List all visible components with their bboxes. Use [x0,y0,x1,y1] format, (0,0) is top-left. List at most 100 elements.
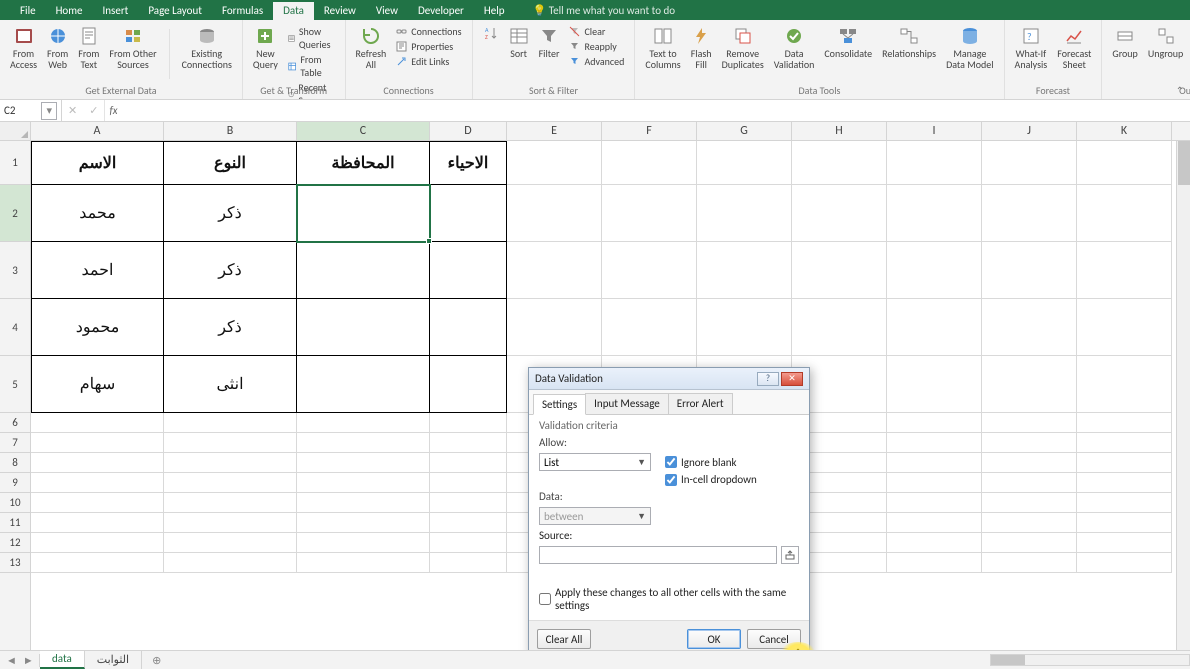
cell-a12[interactable] [31,533,164,553]
cell-d1[interactable]: الاحياء [430,141,507,185]
cell-j2[interactable] [982,185,1077,242]
cell-i8[interactable] [887,453,982,473]
tab-insert[interactable]: Insert [93,2,139,20]
col-header-d[interactable]: D [430,122,507,140]
row-header-1[interactable]: 1 [0,141,30,185]
cell-i3[interactable] [887,242,982,299]
cell-a4[interactable]: محمود [31,299,164,356]
clear-filter-button[interactable]: Clear [567,24,626,39]
connections-button[interactable]: Connections [394,24,463,39]
cell-a10[interactable] [31,493,164,513]
cell-b2[interactable]: ذكر [164,185,297,242]
cell-a11[interactable] [31,513,164,533]
col-header-k[interactable]: K [1077,122,1172,140]
dialog-tab-settings[interactable]: Settings [533,394,586,415]
tab-formulas[interactable]: Formulas [212,2,273,20]
tab-developer[interactable]: Developer [408,2,474,20]
cell-j9[interactable] [982,473,1077,493]
cell-k12[interactable] [1077,533,1172,553]
col-header-f[interactable]: F [602,122,697,140]
cell-b3[interactable]: ذكر [164,242,297,299]
range-picker-button[interactable] [781,546,799,564]
cell-a3[interactable]: احمد [31,242,164,299]
edit-links-button[interactable]: Edit Links [394,54,463,69]
cancel-button[interactable]: Cancel [747,629,801,649]
cell-b6[interactable] [164,413,297,433]
row-header-12[interactable]: 12 [0,533,30,553]
cell-a7[interactable] [31,433,164,453]
from-other-sources-button[interactable]: From Other Sources [107,24,158,72]
ok-button[interactable]: OK [687,629,741,649]
tab-page-layout[interactable]: Page Layout [138,2,212,20]
cell-c6[interactable] [297,413,430,433]
show-queries-button[interactable]: Show Queries [286,24,337,52]
cell-c7[interactable] [297,433,430,453]
sheet-tab-constants[interactable]: الثوابت [85,651,142,669]
cell-f3[interactable] [602,242,697,299]
ignore-blank-checkbox[interactable]: Ignore blank [665,456,737,469]
cell-i11[interactable] [887,513,982,533]
cell-d8[interactable] [430,453,507,473]
sheet-nav[interactable]: ◄► [0,654,40,667]
name-box[interactable]: C2▾ [0,100,62,121]
ignore-blank-input[interactable] [665,456,677,468]
from-web-button[interactable]: From Web [45,24,70,72]
whatif-button[interactable]: ?What-If Analysis [1013,24,1050,72]
cell-c5[interactable] [297,356,430,413]
group-button[interactable]: Group [1110,24,1139,62]
cell-d11[interactable] [430,513,507,533]
reapply-button[interactable]: Reapply [567,39,626,54]
cell-e4[interactable] [507,299,602,356]
cell-a9[interactable] [31,473,164,493]
cell-c9[interactable] [297,473,430,493]
cell-j13[interactable] [982,553,1077,573]
cell-d13[interactable] [430,553,507,573]
cell-b10[interactable] [164,493,297,513]
new-query-button[interactable]: New Query [251,24,280,72]
refresh-all-button[interactable]: Refresh All [354,24,389,72]
cell-c13[interactable] [297,553,430,573]
cell-a5[interactable]: سهام [31,356,164,413]
cell-b9[interactable] [164,473,297,493]
cell-h4[interactable] [792,299,887,356]
row-header-8[interactable]: 8 [0,453,30,473]
cell-j10[interactable] [982,493,1077,513]
cell-d7[interactable] [430,433,507,453]
cell-k13[interactable] [1077,553,1172,573]
cell-k3[interactable] [1077,242,1172,299]
cell-i10[interactable] [887,493,982,513]
sort-az-button[interactable]: AZ [481,24,501,42]
cell-c2[interactable] [297,185,430,242]
cell-b8[interactable] [164,453,297,473]
cell-e3[interactable] [507,242,602,299]
horizontal-scroll-thumb[interactable] [991,655,1025,665]
cell-f4[interactable] [602,299,697,356]
ungroup-button[interactable]: Ungroup [1146,24,1185,62]
cell-k9[interactable] [1077,473,1172,493]
cell-d9[interactable] [430,473,507,493]
cell-j5[interactable] [982,356,1077,413]
cell-j4[interactable] [982,299,1077,356]
cell-d2[interactable] [430,185,507,242]
vertical-scroll-thumb[interactable] [1178,141,1190,185]
cell-j3[interactable] [982,242,1077,299]
cell-b5[interactable]: انثى [164,356,297,413]
tab-file[interactable]: File [10,2,46,20]
sheet-prev-icon[interactable]: ◄ [6,654,17,667]
cell-k7[interactable] [1077,433,1172,453]
from-text-button[interactable]: From Text [76,24,101,72]
cell-d10[interactable] [430,493,507,513]
source-input[interactable] [539,546,777,564]
cell-i7[interactable] [887,433,982,453]
fx-label[interactable]: fx [104,100,121,121]
cell-a13[interactable] [31,553,164,573]
ribbon-collapse-button[interactable]: ⌃ [1176,84,1184,97]
cell-f2[interactable] [602,185,697,242]
forecast-sheet-button[interactable]: Forecast Sheet [1055,24,1093,72]
cell-g3[interactable] [697,242,792,299]
cell-i6[interactable] [887,413,982,433]
cell-k1[interactable] [1077,141,1172,185]
cell-c10[interactable] [297,493,430,513]
cell-a8[interactable] [31,453,164,473]
cell-b13[interactable] [164,553,297,573]
